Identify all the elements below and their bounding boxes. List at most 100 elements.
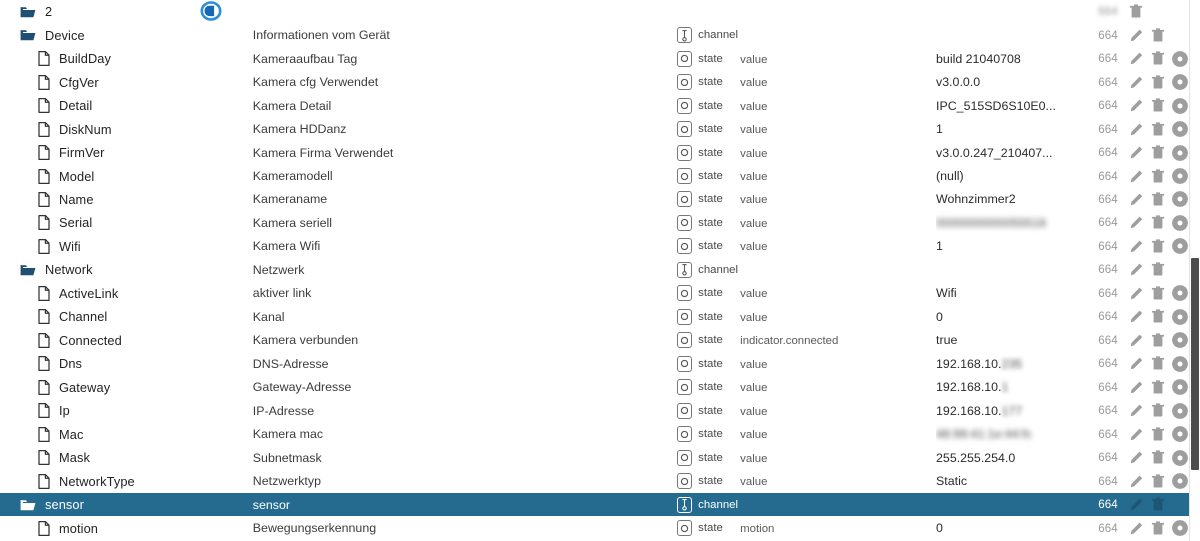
edit-icon[interactable] — [1129, 262, 1144, 277]
edit-icon[interactable] — [1129, 192, 1144, 207]
object-name-cell[interactable]: DiskNum — [0, 117, 253, 140]
table-row[interactable]: FirmVer Kamera Firma Verwendet state value v… — [0, 141, 1190, 164]
object-value-cell[interactable]: 48:99:41:1e:44:fc — [936, 422, 1078, 445]
table-row[interactable]: Connected Kamera verbunden state indicator.… — [0, 329, 1190, 352]
delete-icon[interactable] — [1151, 262, 1165, 277]
delete-icon[interactable] — [1151, 75, 1165, 90]
object-value-cell[interactable] — [936, 23, 1078, 46]
object-value-cell[interactable]: IPC_515SD6S10E0... — [936, 94, 1078, 117]
delete-icon[interactable] — [1151, 380, 1165, 395]
edit-icon[interactable] — [1129, 239, 1144, 254]
settings-icon[interactable] — [1171, 238, 1188, 255]
delete-icon[interactable] — [1151, 520, 1165, 536]
object-value-cell[interactable]: 0 — [936, 516, 1078, 539]
object-name-cell[interactable]: Channel — [0, 305, 253, 328]
settings-icon[interactable] — [1171, 168, 1188, 184]
object-name-cell[interactable]: Mask — [0, 446, 253, 469]
settings-icon[interactable] — [1171, 520, 1188, 536]
edit-icon[interactable] — [1129, 474, 1144, 489]
delete-icon[interactable] — [1151, 121, 1165, 137]
edit-icon[interactable] — [1129, 51, 1144, 66]
settings-icon[interactable] — [1171, 121, 1188, 137]
edit-icon[interactable] — [1129, 380, 1144, 395]
object-name-cell[interactable]: sensor — [0, 493, 253, 516]
settings-icon[interactable] — [1171, 355, 1188, 372]
object-value-cell[interactable]: (null) — [936, 164, 1078, 187]
object-value-cell[interactable]: 1 — [936, 117, 1078, 140]
object-value-cell[interactable]: 255.255.254.0 — [936, 446, 1078, 469]
object-value-cell[interactable]: Static — [936, 469, 1078, 492]
object-name-cell[interactable]: FirmVer — [0, 141, 253, 164]
scrollbar-thumb[interactable] — [1191, 258, 1199, 470]
delete-icon[interactable] — [1151, 51, 1165, 66]
object-value-cell[interactable]: build 21040708 — [936, 47, 1078, 70]
table-row[interactable]: ActiveLink aktiver link state value Wifi 664 — [0, 282, 1190, 305]
object-name-cell[interactable]: Network — [0, 258, 253, 281]
delete-icon[interactable] — [1151, 192, 1165, 207]
settings-icon[interactable] — [1171, 308, 1188, 325]
object-value-cell[interactable]: Wohnzimmer2 — [936, 188, 1078, 211]
delete-icon[interactable] — [1151, 98, 1165, 113]
object-name-cell[interactable]: Serial — [0, 211, 253, 234]
edit-icon[interactable] — [1129, 497, 1144, 512]
object-value-cell[interactable]: Wifi — [936, 282, 1078, 305]
object-value-cell[interactable]: 192.168.10.1 — [936, 376, 1078, 399]
edit-icon[interactable] — [1129, 286, 1144, 301]
edit-icon[interactable] — [1129, 215, 1144, 230]
folder-icon[interactable] — [20, 28, 36, 42]
settings-icon[interactable] — [1171, 74, 1188, 91]
edit-icon[interactable] — [1129, 145, 1144, 160]
table-row[interactable]: 2 664 — [0, 0, 1190, 23]
folder-icon[interactable] — [20, 498, 36, 512]
table-row[interactable]: Wifi Kamera Wifi state value 1 664 — [0, 235, 1190, 258]
object-name-cell[interactable]: Ip — [0, 399, 253, 422]
edit-icon[interactable] — [1129, 98, 1144, 113]
edit-icon[interactable] — [1129, 521, 1144, 536]
delete-icon[interactable] — [1151, 474, 1165, 489]
object-value-cell[interactable]: 0000000000055516 — [936, 211, 1078, 234]
delete-icon[interactable] — [1151, 333, 1165, 348]
settings-icon[interactable] — [1171, 449, 1188, 466]
object-name-cell[interactable]: Name — [0, 188, 253, 211]
table-row[interactable]: sensor sensor channel 664 — [0, 492, 1190, 517]
vertical-scrollbar[interactable] — [1189, 0, 1200, 541]
object-value-cell[interactable]: v3.0.0.247_210407... — [936, 141, 1078, 164]
table-row[interactable]: NetworkType Netzwerktyp state value Static 66… — [0, 469, 1190, 492]
object-name-cell[interactable]: Detail — [0, 94, 253, 117]
settings-icon[interactable] — [1171, 97, 1188, 114]
object-value-cell[interactable] — [936, 0, 1078, 23]
delete-icon[interactable] — [1129, 4, 1143, 19]
table-row[interactable]: Network Netzwerk channel 664 — [0, 258, 1190, 281]
table-row[interactable]: Mask Subnetmask state value 255.255.254.0 664 — [0, 446, 1190, 469]
delete-icon[interactable] — [1151, 168, 1165, 184]
settings-icon[interactable] — [1171, 426, 1188, 443]
settings-icon[interactable] — [1171, 402, 1188, 419]
delete-icon[interactable] — [1151, 450, 1165, 465]
object-name-cell[interactable]: ActiveLink — [0, 282, 253, 305]
table-row[interactable]: Model Kameramodell state value (null) 664 — [0, 164, 1190, 187]
delete-icon[interactable] — [1151, 145, 1165, 160]
object-name-cell[interactable]: Dns — [0, 352, 253, 375]
table-row[interactable]: BuildDay Kameraaufbau Tag state value build … — [0, 47, 1190, 70]
object-name-cell[interactable]: Model — [0, 164, 253, 187]
settings-icon[interactable] — [1171, 379, 1188, 396]
table-row[interactable]: motion Bewegungserkennung state motion 0 664 — [0, 516, 1190, 539]
edit-icon[interactable] — [1129, 427, 1144, 442]
delete-icon[interactable] — [1151, 427, 1165, 442]
settings-icon[interactable] — [1171, 285, 1188, 302]
folder-icon[interactable] — [20, 263, 36, 277]
object-name-cell[interactable]: Mac — [0, 422, 253, 445]
object-name-cell[interactable]: Connected — [0, 329, 253, 352]
object-name-cell[interactable]: CfgVer — [0, 70, 253, 93]
settings-icon[interactable] — [1171, 473, 1188, 490]
delete-icon[interactable] — [1151, 309, 1165, 324]
delete-icon[interactable] — [1151, 215, 1165, 230]
table-row[interactable]: Dns DNS-Adresse state value 192.168.10.235 66… — [0, 352, 1190, 375]
object-value-cell[interactable]: 192.168.10.235 — [936, 352, 1078, 375]
delete-icon[interactable] — [1151, 239, 1165, 254]
settings-icon[interactable] — [1171, 191, 1188, 208]
object-value-cell[interactable]: v3.0.0.0 — [936, 70, 1078, 93]
object-name-cell[interactable]: Wifi — [0, 235, 253, 258]
table-row[interactable]: Channel Kanal state value 0 664 — [0, 305, 1190, 328]
edit-icon[interactable] — [1129, 75, 1144, 90]
